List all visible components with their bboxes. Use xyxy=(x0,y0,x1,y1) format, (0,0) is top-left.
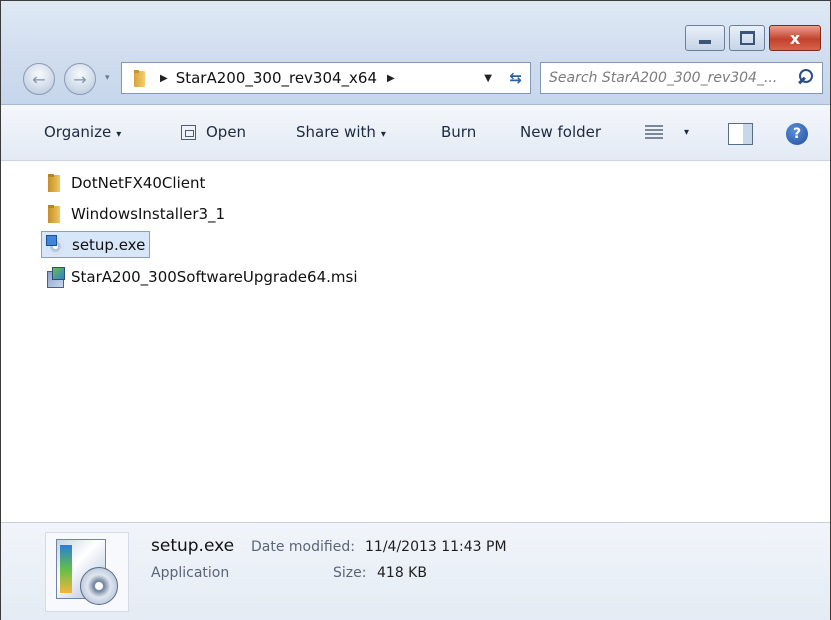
command-bar: Organize ▾ Open Share with ▾ Burn New fold… xyxy=(1,105,830,161)
forward-arrow-icon: → xyxy=(73,69,87,89)
change-view-icon[interactable] xyxy=(645,125,663,141)
new-folder-button[interactable]: New folder xyxy=(520,123,601,141)
date-modified-value: 11/4/2013 11:43 PM xyxy=(365,539,507,555)
file-name: DotNetFX40Client xyxy=(71,173,206,192)
chevron-down-icon: ▾ xyxy=(116,129,122,140)
back-button[interactable]: ← xyxy=(23,63,55,95)
setup-icon xyxy=(46,234,66,255)
address-bar[interactable]: ▶ StarA200_300_rev304_x64 ▶ ▼ ⇆ xyxy=(121,62,531,94)
folder-icon xyxy=(45,204,65,224)
maximize-button[interactable] xyxy=(729,25,765,51)
share-with-menu[interactable]: Share with ▾ xyxy=(296,123,386,141)
search-input[interactable]: Search StarA200_300_rev304_... xyxy=(540,62,823,94)
search-icon[interactable] xyxy=(796,68,814,88)
open-button[interactable]: Open xyxy=(181,123,246,141)
breadcrumb-separator-icon[interactable]: ▶ xyxy=(387,73,395,84)
size-label: Size: xyxy=(333,565,367,581)
refresh-icon[interactable]: ⇆ xyxy=(509,69,522,87)
file-item-windowsinstaller3-1[interactable]: WindowsInstaller3_1 xyxy=(41,200,229,227)
forward-button[interactable]: → xyxy=(64,63,96,95)
file-item-msi[interactable]: StarA200_300SoftwareUpgrade64.msi xyxy=(41,263,362,290)
open-label: Open xyxy=(206,123,247,141)
organize-label: Organize xyxy=(44,123,112,141)
size-value: 418 KB xyxy=(377,565,427,581)
help-icon[interactable]: ? xyxy=(786,123,808,145)
date-modified-label: Date modified: xyxy=(251,539,355,555)
open-icon xyxy=(181,124,196,140)
explorer-window: x ← → ▾ ▶ StarA200_300_rev304_x64 ▶ ▼ ⇆ … xyxy=(0,0,831,620)
preview-pane-icon[interactable] xyxy=(728,123,753,145)
close-button[interactable]: x xyxy=(769,25,821,51)
details-file-name: setup.exe xyxy=(151,536,235,556)
file-list: DotNetFX40Client WindowsInstaller3_1 set… xyxy=(1,162,830,522)
minimize-button[interactable] xyxy=(685,25,725,51)
file-name: setup.exe xyxy=(72,235,146,254)
address-dropdown-icon[interactable]: ▼ xyxy=(484,73,492,84)
msi-installer-icon xyxy=(45,266,65,288)
setup-large-icon xyxy=(45,532,129,612)
burn-button[interactable]: Burn xyxy=(441,123,476,141)
search-placeholder: Search StarA200_300_rev304_... xyxy=(549,70,778,86)
title-bar: x ← → ▾ ▶ StarA200_300_rev304_x64 ▶ ▼ ⇆ … xyxy=(1,1,830,105)
file-name: StarA200_300SoftwareUpgrade64.msi xyxy=(71,267,358,286)
folder-icon xyxy=(45,173,65,193)
organize-menu[interactable]: Organize ▾ xyxy=(44,123,121,141)
file-item-dotnetfx40client[interactable]: DotNetFX40Client xyxy=(41,169,209,196)
breadcrumb-path[interactable]: StarA200_300_rev304_x64 xyxy=(176,69,377,87)
chevron-down-icon: ▾ xyxy=(380,129,386,140)
installer-stripe-shape xyxy=(60,545,72,593)
recent-pages-dropdown[interactable]: ▾ xyxy=(105,73,110,83)
details-pane: setup.exe Date modified: 11/4/2013 11:43… xyxy=(1,522,830,620)
disc-icon xyxy=(80,567,118,605)
file-name: WindowsInstaller3_1 xyxy=(71,204,226,223)
folder-icon xyxy=(134,69,148,87)
chevron-down-icon[interactable]: ▾ xyxy=(684,127,689,138)
close-icon: x xyxy=(789,28,801,48)
share-with-label: Share with xyxy=(296,123,376,141)
file-type: Application xyxy=(151,565,230,581)
breadcrumb-separator-icon[interactable]: ▶ xyxy=(160,73,168,84)
back-arrow-icon: ← xyxy=(32,69,46,89)
file-item-setup-exe[interactable]: setup.exe xyxy=(41,231,151,258)
